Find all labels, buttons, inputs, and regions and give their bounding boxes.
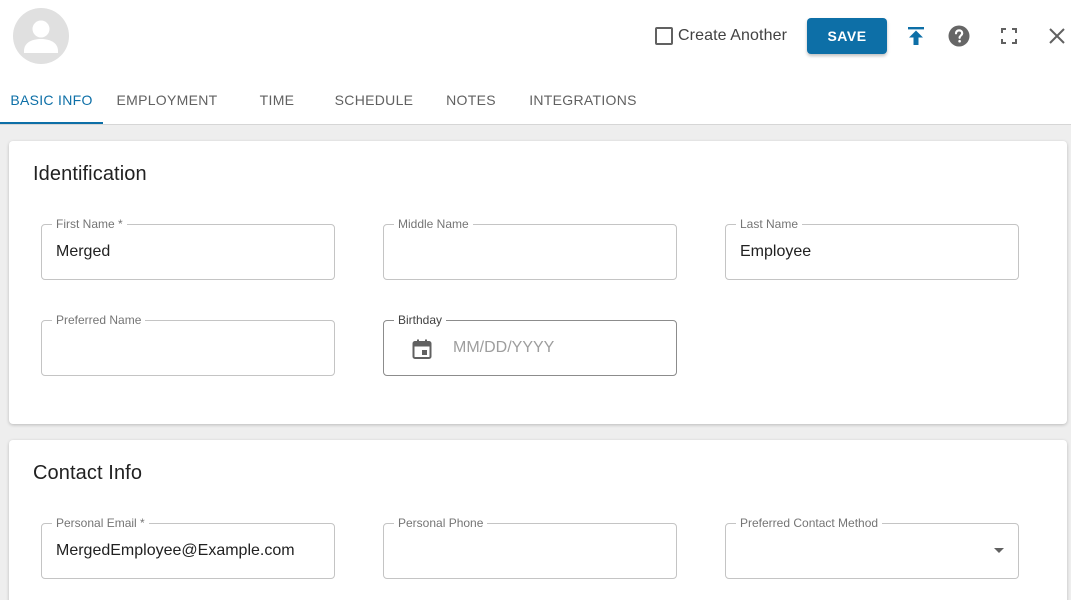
create-another-label: Create Another: [678, 27, 788, 44]
avatar[interactable]: [13, 8, 69, 64]
preferred-contact-method-select[interactable]: Preferred Contact Method: [725, 516, 1019, 579]
preferred-contact-method-label: Preferred Contact Method: [736, 516, 883, 530]
first-name-label: First Name *: [52, 217, 127, 231]
middle-name-label: Middle Name: [394, 217, 473, 231]
birthday-placeholder: MM/DD/YYYY: [453, 339, 555, 356]
tab-time[interactable]: TIME: [231, 76, 323, 124]
personal-email-value: MergedEmployee@Example.com: [56, 542, 295, 559]
fullscreen-button[interactable]: [997, 24, 1021, 48]
first-name-value: Merged: [56, 243, 111, 260]
upload-icon: [908, 27, 924, 45]
help-circle-icon: [948, 25, 970, 47]
tab-notes[interactable]: NOTES: [425, 76, 517, 124]
help-button[interactable]: [947, 24, 971, 48]
first-name-field[interactable]: First Name * Merged: [41, 217, 335, 280]
contact-info-title: Contact Info: [33, 462, 143, 484]
last-name-label: Last Name: [736, 217, 803, 231]
identification-title: Identification: [33, 163, 147, 185]
tab-integrations[interactable]: INTEGRATIONS: [517, 76, 649, 124]
preferred-name-field[interactable]: Preferred Name: [41, 313, 335, 376]
preferred-name-label: Preferred Name: [52, 313, 146, 327]
fullscreen-icon: [1001, 28, 1017, 44]
last-name-field[interactable]: Last Name Employee: [725, 217, 1019, 280]
chevron-down-icon[interactable]: [994, 548, 1004, 553]
birthday-label: Birthday: [394, 313, 447, 327]
personal-phone-label: Personal Phone: [394, 516, 488, 530]
tab-employment[interactable]: EMPLOYMENT: [103, 76, 231, 124]
personal-email-label: Personal Email *: [52, 516, 149, 530]
create-another-checkbox[interactable]: [655, 27, 673, 45]
personal-email-field[interactable]: Personal Email * MergedEmployee@Example.…: [41, 516, 335, 579]
contact-info-card: Contact Info Personal Email * MergedEmpl…: [9, 440, 1067, 600]
birthday-field[interactable]: Birthday MM/DD/YYYY: [383, 313, 677, 376]
close-icon: [1049, 28, 1065, 44]
publish-button[interactable]: [904, 24, 928, 48]
identification-card: Identification First Name * Merged Middl…: [9, 141, 1067, 424]
last-name-value: Employee: [740, 243, 812, 260]
tab-schedule[interactable]: SCHEDULE: [323, 76, 425, 124]
personal-phone-field[interactable]: Personal Phone: [383, 516, 677, 579]
tab-basic-info[interactable]: BASIC INFO: [0, 76, 103, 124]
form-header: Create Another SAVE BASIC INFO EMPLOYMEN…: [0, 0, 1071, 125]
middle-name-field[interactable]: Middle Name: [383, 217, 677, 280]
create-another-toggle[interactable]: Create Another: [655, 26, 787, 46]
person-icon: [24, 20, 58, 53]
save-button[interactable]: SAVE: [807, 18, 887, 54]
calendar-icon[interactable]: [410, 337, 434, 361]
close-button[interactable]: [1045, 24, 1069, 48]
